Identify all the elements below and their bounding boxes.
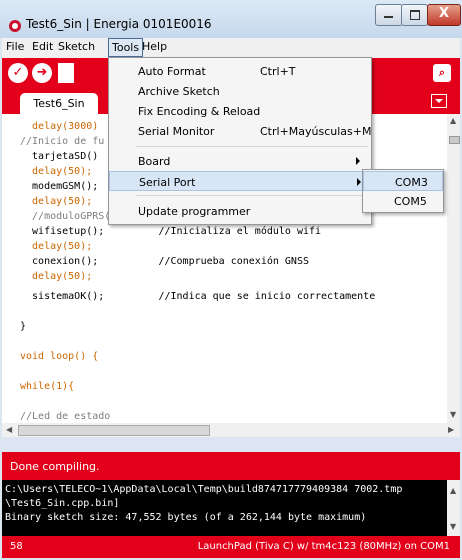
menu-item-serial-port[interactable]: Serial Port	[109, 171, 371, 191]
code-text: //moduloGPRS();	[20, 211, 123, 222]
code-text: delay(3000)	[20, 121, 99, 132]
window-title: Test6_Sin | Energia 0101E0016	[26, 17, 212, 31]
submenu-arrow-icon	[357, 178, 361, 186]
console-line: \Test6_Sin.cpp.bin]	[5, 498, 120, 509]
submenu-arrow-icon	[356, 157, 360, 165]
menu-separator	[136, 195, 368, 196]
scroll-down-icon[interactable]: ▼	[450, 410, 456, 419]
status-bar: Done compiling.	[2, 452, 460, 480]
new-sketch-icon[interactable]	[58, 63, 74, 83]
code-line: //Led de estado	[20, 411, 110, 423]
code-line: void loop() {	[20, 351, 98, 363]
code-line: delay(50);	[20, 241, 92, 253]
port-label: COM5	[394, 195, 427, 208]
scroll-up-icon[interactable]: ▲	[450, 486, 456, 495]
code-text: delay(50);	[20, 241, 93, 252]
code-text: delay(50);	[20, 166, 93, 177]
scroll-left-icon[interactable]: ◀	[6, 425, 12, 434]
scrollbar-thumb[interactable]	[18, 425, 210, 436]
code-line: delay(50);	[20, 271, 92, 283]
upload-icon[interactable]: ➜	[32, 63, 52, 83]
menu-item-fix-encoding[interactable]: Fix Encoding & Reload	[109, 101, 371, 121]
code-line: modemGSM();	[20, 181, 99, 192]
code-text: //Inicio de fu	[20, 136, 105, 147]
editor-horizontal-scrollbar[interactable]: ◀ ▶	[2, 423, 460, 437]
scroll-right-icon[interactable]: ▶	[448, 425, 454, 434]
title-bar: Test6_Sin | Energia 0101E0016 X	[0, 0, 462, 38]
menu-bar: File Edit Sketch Tools Help	[2, 38, 460, 59]
code-line: //Inicio de fu	[20, 136, 104, 148]
scrollbar-thumb[interactable]	[449, 136, 460, 144]
menu-item-label: Serial Port	[139, 176, 196, 189]
code-line: while(1){	[20, 381, 74, 393]
code-line: tarjetaSD()	[20, 151, 99, 162]
code-text: //Led de estado	[20, 411, 111, 422]
port-label: COM3	[395, 176, 428, 189]
code-line: delay(3000)	[20, 121, 98, 133]
code-line: conexion(); //Comprueba conexión GNSS	[20, 256, 309, 267]
editor-vertical-scrollbar[interactable]: ▲ ▼	[447, 114, 460, 423]
code-line: //moduloGPRS();	[20, 211, 122, 223]
menu-item-board[interactable]: Board	[109, 151, 371, 171]
serial-port-submenu: COM3 COM5	[362, 169, 444, 213]
board-info: LaunchPad (Tiva C) w/ tm4c123 (80MHz) on…	[197, 541, 450, 552]
menu-item-auto-format[interactable]: Auto Format Ctrl+T	[109, 61, 371, 81]
code-line: sistemaOK(); //Indica que se inicio corr…	[20, 291, 376, 302]
code-text: delay(50);	[20, 271, 93, 282]
menu-item-label: Board	[138, 155, 171, 168]
line-number: 58	[10, 541, 23, 552]
menu-item-shortcut: Ctrl+Mayúsculas+M	[260, 125, 372, 138]
tab-sketch[interactable]: Test6_Sin	[20, 93, 98, 114]
scroll-down-icon[interactable]: ▼	[450, 522, 456, 531]
menu-item-label: Auto Format	[138, 65, 206, 78]
menu-item-label: Serial Monitor	[138, 125, 215, 138]
console-line: Binary sketch size: 47,552 bytes (of a 2…	[5, 512, 367, 523]
menu-separator	[136, 146, 368, 147]
code-text: while(1){	[20, 381, 75, 392]
code-line: delay(50);	[20, 196, 92, 208]
console-scrollbar[interactable]: ▲ ▼	[447, 480, 460, 536]
maximize-button[interactable]	[401, 4, 428, 26]
console-line: C:\Users\TELECO~1\AppData\Local\Temp\bui…	[5, 484, 403, 495]
console-output[interactable]: C:\Users\TELECO~1\AppData\Local\Temp\bui…	[2, 480, 447, 536]
code-line: }	[20, 321, 27, 332]
tab-menu-icon[interactable]	[431, 94, 447, 108]
menu-item-serial-monitor[interactable]: Serial Monitor Ctrl+Mayúsculas+M	[109, 121, 372, 141]
close-button[interactable]: X	[427, 4, 461, 26]
port-item-com5[interactable]: COM5	[363, 191, 443, 211]
minimize-button[interactable]	[375, 4, 403, 26]
menu-item-label: Update programmer	[138, 205, 251, 218]
code-line: delay(50);	[20, 166, 92, 178]
menu-sketch[interactable]: Sketch	[58, 40, 95, 53]
port-item-com3[interactable]: COM3	[363, 171, 443, 191]
tools-dropdown-menu: Auto Format Ctrl+T Archive Sketch Fix En…	[108, 57, 372, 225]
energia-app-icon	[9, 20, 21, 32]
footer-bar: 58 LaunchPad (Tiva C) w/ tm4c123 (80MHz)…	[2, 536, 460, 558]
verify-icon[interactable]: ✓	[8, 63, 28, 83]
close-icon: X	[438, 6, 450, 21]
menu-file[interactable]: File	[6, 40, 24, 53]
serial-monitor-icon[interactable]: ⌕	[433, 64, 451, 82]
menu-tools[interactable]: Tools	[108, 38, 144, 57]
menu-edit[interactable]: Edit	[32, 40, 53, 53]
code-text: delay(50);	[20, 196, 93, 207]
menu-help[interactable]: Help	[142, 40, 167, 53]
code-line: wifisetup(); //Inicializa el módulo wifi	[20, 226, 322, 237]
status-message: Done compiling.	[10, 460, 100, 473]
menu-item-label: Fix Encoding & Reload	[138, 105, 261, 118]
scroll-up-icon[interactable]: ▲	[450, 116, 456, 125]
menu-item-update-programmer[interactable]: Update programmer	[109, 201, 371, 221]
menu-item-shortcut: Ctrl+T	[260, 65, 296, 78]
menu-item-archive-sketch[interactable]: Archive Sketch	[109, 81, 371, 101]
code-text: void loop() {	[20, 351, 99, 362]
menu-item-label: Archive Sketch	[138, 85, 220, 98]
